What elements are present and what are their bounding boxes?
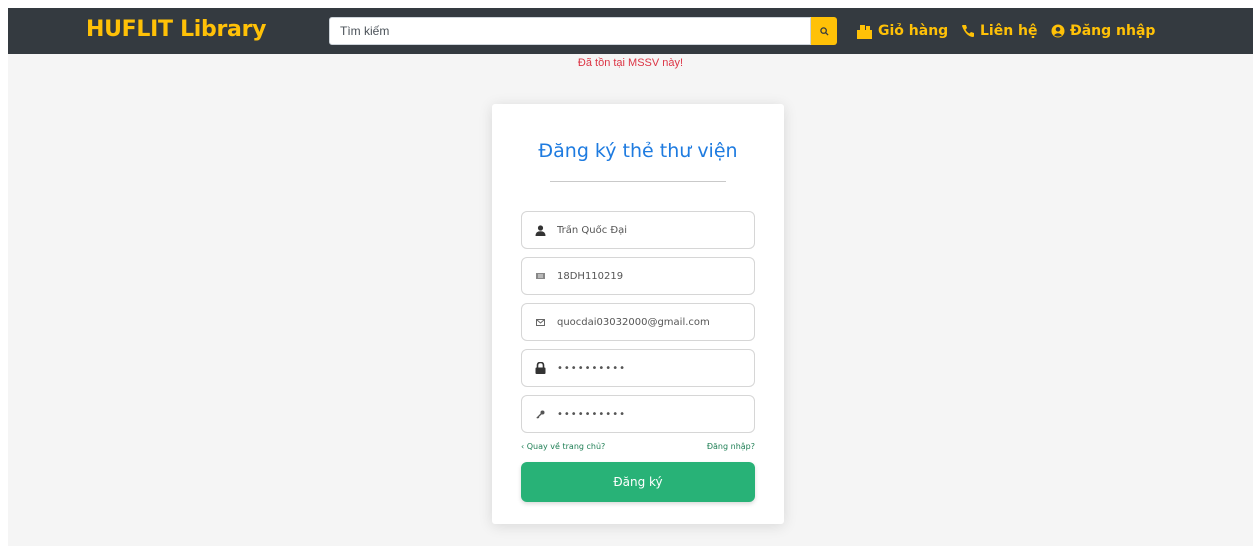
back-home-link[interactable]: ‹ Quay về trang chủ?	[521, 442, 605, 451]
phone-icon	[962, 25, 974, 37]
student-id-input[interactable]	[557, 270, 747, 282]
brand-logo[interactable]: HUFLIT Library	[86, 17, 266, 42]
search-button[interactable]	[811, 17, 837, 45]
confirm-password-field[interactable]	[521, 395, 755, 433]
page: HUFLIT Library Giỏ hàng Liên hệ	[8, 8, 1253, 546]
password-input[interactable]	[557, 362, 747, 374]
user-icon	[535, 224, 545, 236]
id-card-icon	[535, 273, 545, 279]
register-button[interactable]: Đăng ký	[521, 462, 755, 502]
envelope-icon	[535, 318, 545, 326]
email-input[interactable]	[557, 316, 747, 328]
form-title: Đăng ký thẻ thư viện	[538, 140, 738, 162]
lock-icon	[535, 362, 545, 374]
user-circle-icon	[1051, 24, 1065, 38]
register-card: Đăng ký thẻ thư viện Trần Quốc Đại 18DH1…	[492, 104, 784, 524]
fullname-field[interactable]	[521, 211, 755, 249]
login-link[interactable]: Đăng nhập?	[707, 442, 755, 451]
nav-cart-label: Giỏ hàng	[878, 23, 949, 39]
form-links: ‹ Quay về trang chủ? Đăng nhập?	[521, 442, 755, 451]
nav-contact-link[interactable]: Liên hệ	[961, 21, 1038, 41]
confirm-password-input[interactable]	[557, 408, 747, 420]
fullname-input[interactable]	[557, 224, 747, 236]
nav-cart-link[interactable]: Giỏ hàng	[856, 21, 948, 41]
key-icon	[535, 410, 544, 419]
search-icon	[819, 26, 829, 36]
nav-login-link[interactable]: Đăng nhập	[1051, 21, 1155, 41]
navbar: HUFLIT Library Giỏ hàng Liên hệ	[8, 8, 1253, 54]
email-field[interactable]	[521, 303, 755, 341]
error-message: Đã tồn tại MSSV này!	[577, 57, 684, 69]
nav-login-label: Đăng nhập	[1070, 23, 1156, 39]
student-id-field[interactable]	[521, 257, 755, 295]
title-divider	[550, 181, 726, 182]
nav-contact-label: Liên hệ	[980, 23, 1038, 39]
search-input[interactable]	[329, 17, 811, 45]
password-field[interactable]	[521, 349, 755, 387]
cart-icon	[857, 24, 872, 39]
